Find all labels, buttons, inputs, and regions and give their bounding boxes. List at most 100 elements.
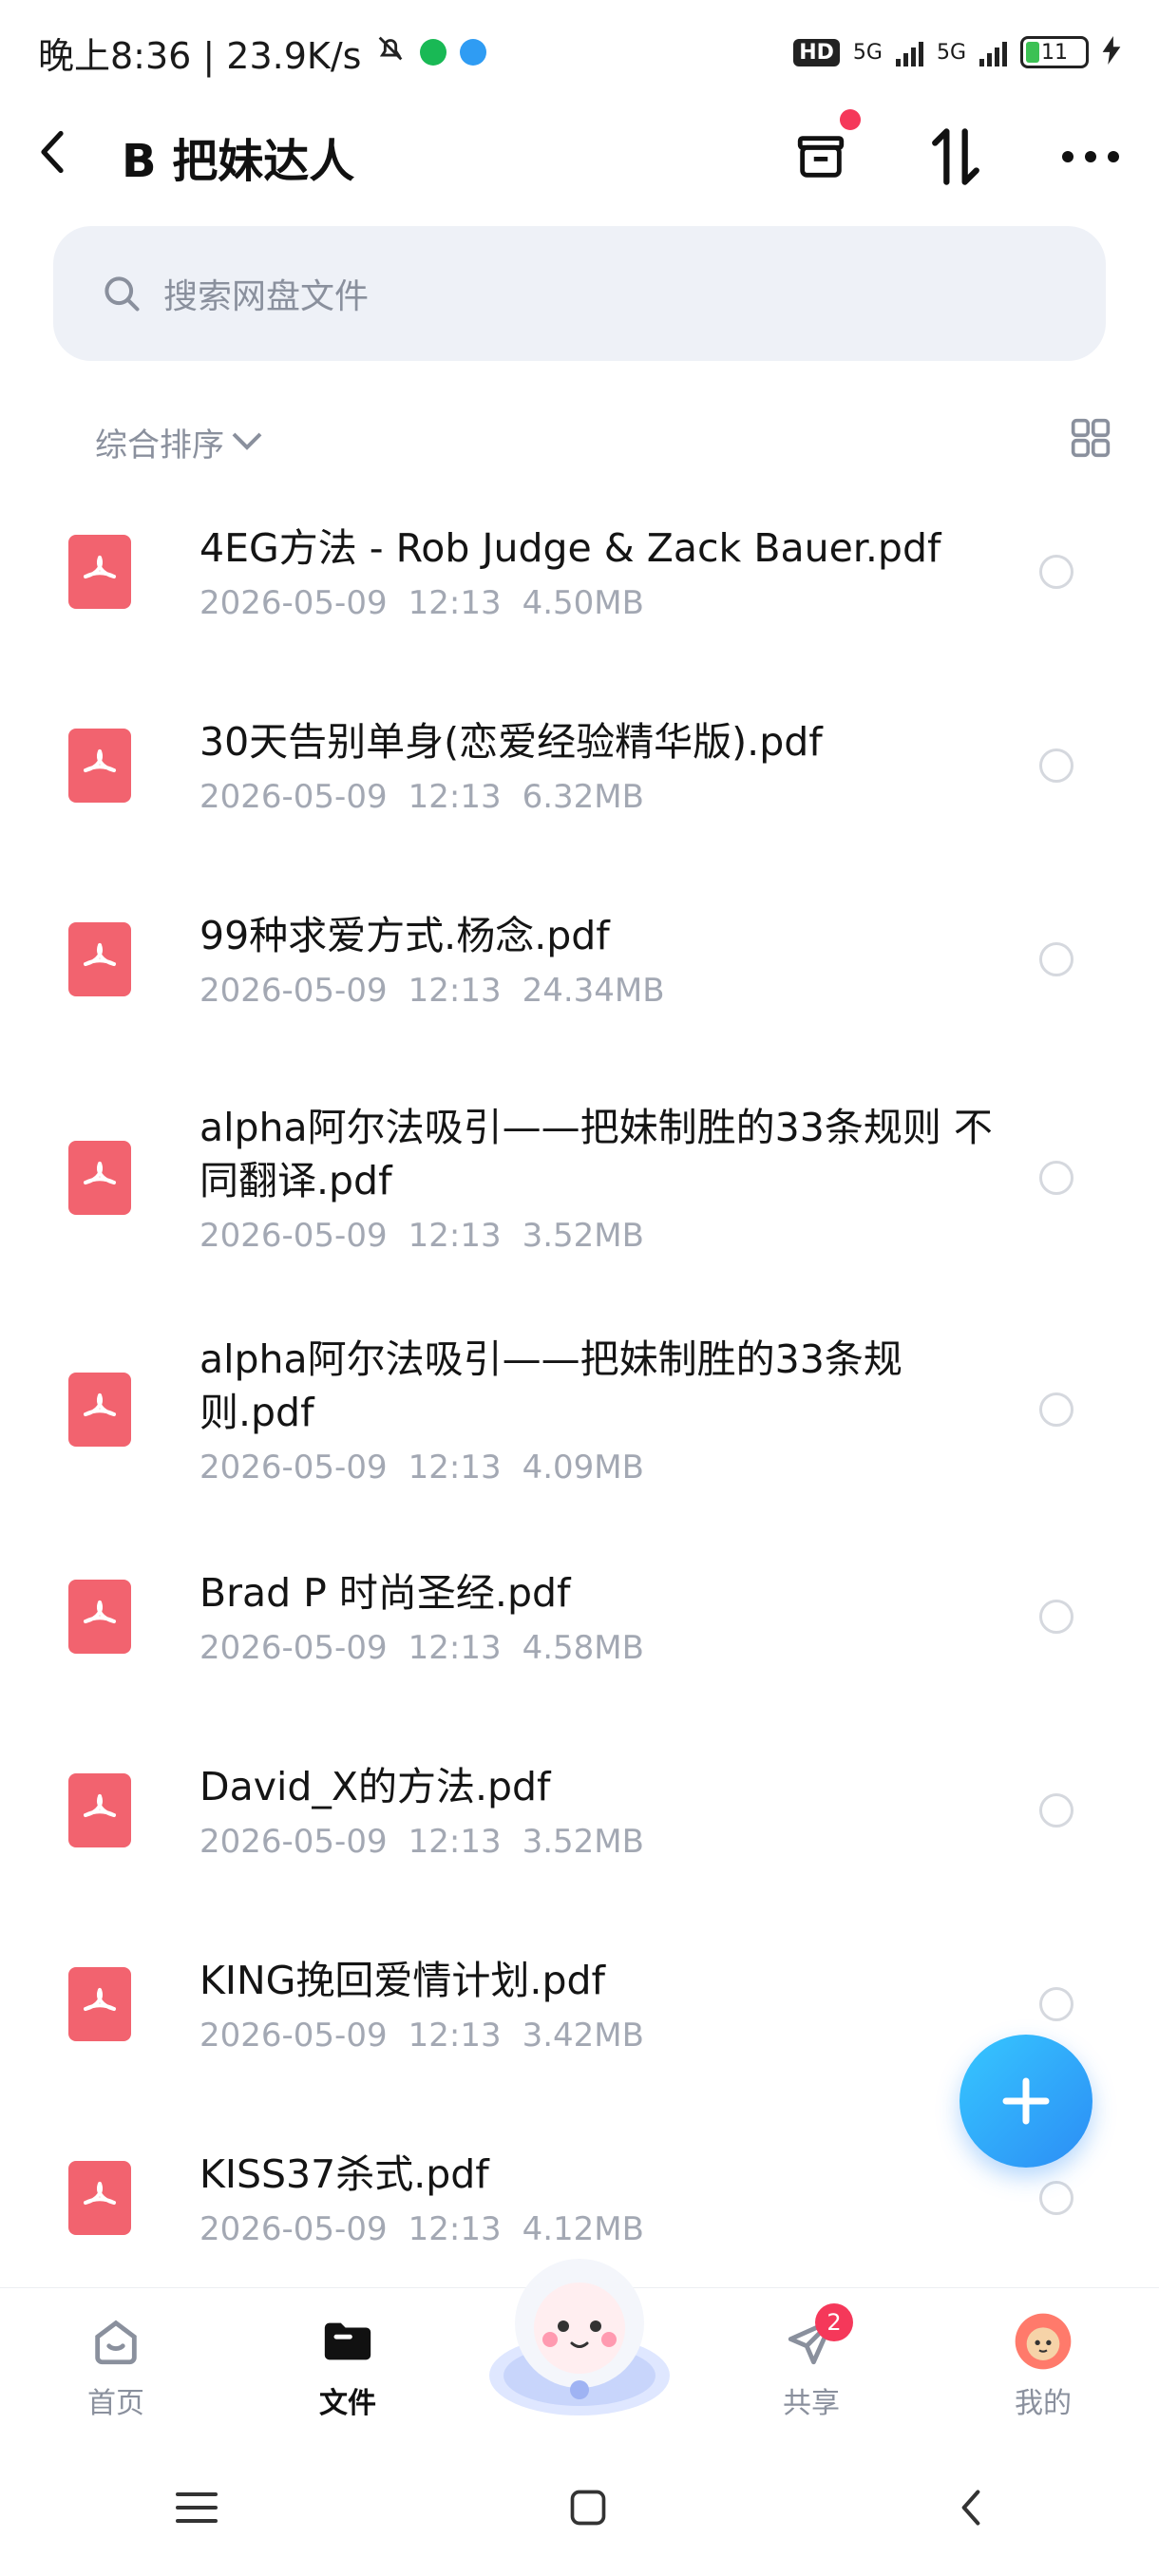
select-radio[interactable]	[1039, 1392, 1074, 1427]
sort-arrows-icon	[932, 128, 979, 185]
file-date: 2026-05-09	[200, 2017, 388, 2055]
file-size: 3.52MB	[522, 1823, 644, 1861]
file-name: Brad P 时尚圣经.pdf	[200, 1570, 571, 1616]
back-triangle-icon[interactable]	[957, 2487, 985, 2532]
file-date: 2026-05-09	[200, 972, 388, 1010]
mascot-assistant[interactable]	[484, 2259, 674, 2423]
tab-share-label: 共享	[783, 2387, 840, 2420]
file-time: 12:13	[408, 1629, 502, 1667]
home-square-icon[interactable]	[567, 2487, 609, 2532]
file-row[interactable]: alpha阿尔法吸引——把妹制胜的33条规则.pdf 2026-05-09 12:…	[0, 1299, 1159, 1520]
select-radio[interactable]	[1039, 1793, 1074, 1828]
search-placeholder: 搜索网盘文件	[163, 277, 370, 316]
file-date: 2026-05-09	[200, 1217, 388, 1255]
plus-icon	[1002, 2077, 1050, 2125]
file-meta: 2026-05-09 12:13 3.42MB	[200, 2017, 1016, 2055]
file-row[interactable]: alpha阿尔法吸引——把妹制胜的33条规则 不同翻译.pdf 2026-05-…	[0, 1056, 1159, 1299]
select-radio[interactable]	[1039, 555, 1074, 589]
file-meta: 2026-05-09 12:13 4.58MB	[200, 1629, 1016, 1667]
pdf-file-icon	[68, 729, 131, 803]
tab-files[interactable]: 文件	[253, 2311, 443, 2421]
sort-dropdown[interactable]: 综合排序	[95, 419, 262, 465]
file-time: 12:13	[408, 584, 502, 622]
bottom-tab-bar: 首页 文件 2 共享 我的	[0, 2259, 1159, 2444]
pdf-file-icon	[68, 1141, 131, 1215]
file-size: 4.50MB	[522, 584, 644, 622]
chevron-left-icon[interactable]	[38, 126, 95, 188]
tab-share[interactable]: 2 共享	[716, 2303, 906, 2421]
pdf-file-icon	[68, 2161, 131, 2235]
signal-label-1: 5G	[852, 40, 883, 65]
file-name: 30天告别单身(恋爱经验精华版).pdf	[200, 719, 823, 765]
page-title: B 把妹达人	[122, 135, 355, 188]
file-time: 12:13	[408, 972, 502, 1010]
menu-icon[interactable]	[174, 2489, 219, 2530]
status-time: 晚上8:36 | 23.9K/s	[38, 34, 362, 77]
file-row[interactable]: 4EG方法 - Rob Judge & Zack Bauer.pdf 2026-…	[0, 475, 1159, 669]
select-radio[interactable]	[1039, 1161, 1074, 1195]
file-meta: 2026-05-09 12:13 24.34MB	[200, 972, 1016, 1010]
hd-icon: HD	[793, 38, 840, 66]
file-size: 24.34MB	[522, 972, 665, 1010]
signal-bars-icon	[979, 38, 1007, 66]
status-bar: 晚上8:36 | 23.9K/s HD 5G 5G 11	[0, 0, 1159, 104]
tab-home[interactable]: 首页	[21, 2311, 211, 2421]
add-button[interactable]	[960, 2035, 1092, 2168]
file-date: 2026-05-09	[200, 1449, 388, 1487]
signal-bars-icon	[895, 38, 923, 66]
select-radio[interactable]	[1039, 942, 1074, 976]
file-size: 4.09MB	[522, 1449, 644, 1487]
file-meta: 2026-05-09 12:13 3.52MB	[200, 1823, 1016, 1861]
upload-notification-icon	[460, 39, 487, 66]
file-date: 2026-05-09	[200, 584, 388, 622]
file-date: 2026-05-09	[200, 778, 388, 816]
search-input[interactable]: 搜索网盘文件	[53, 226, 1106, 361]
notification-dot	[840, 109, 861, 130]
file-name: KISS37杀式.pdf	[200, 2151, 489, 2197]
file-name: KING挽回爱情计划.pdf	[200, 1958, 605, 2003]
more-button[interactable]	[1060, 126, 1121, 187]
more-dots-icon	[1062, 151, 1119, 162]
file-meta: 2026-05-09 12:13 3.52MB	[200, 1217, 1016, 1255]
folder-icon	[317, 2311, 378, 2372]
select-radio[interactable]	[1039, 1600, 1074, 1634]
file-time: 12:13	[408, 2017, 502, 2055]
share-badge: 2	[815, 2303, 853, 2341]
select-radio[interactable]	[1039, 1987, 1074, 2021]
mute-bell-icon	[374, 31, 407, 73]
tab-mine-label: 我的	[1015, 2387, 1072, 2420]
file-name: David_X的方法.pdf	[200, 1764, 551, 1809]
system-nav-bar	[0, 2443, 1159, 2576]
grid-view-icon	[1071, 418, 1111, 457]
file-size: 6.32MB	[522, 778, 644, 816]
pdf-file-icon	[68, 1373, 131, 1447]
file-time: 12:13	[408, 778, 502, 816]
avatar	[1013, 2311, 1074, 2372]
wechat-notification-icon	[420, 39, 447, 66]
sort-label: 综合排序	[95, 426, 224, 464]
archive-button[interactable]	[790, 109, 861, 187]
file-list: 4EG方法 - Rob Judge & Zack Bauer.pdf 2026-…	[0, 475, 1159, 2289]
search-icon	[104, 276, 140, 312]
nav-header: B 把妹达人	[0, 104, 1159, 209]
signal-label-2: 5G	[936, 40, 966, 65]
status-left: 晚上8:36 | 23.9K/s	[38, 27, 487, 79]
select-radio[interactable]	[1039, 748, 1074, 783]
battery-level: 11	[1041, 40, 1068, 65]
file-row[interactable]: David_X的方法.pdf 2026-05-09 12:13 3.52MB	[0, 1714, 1159, 1907]
sort-order-button[interactable]	[925, 126, 986, 187]
select-radio[interactable]	[1039, 2181, 1074, 2215]
file-meta: 2026-05-09 12:13 4.50MB	[200, 584, 1016, 622]
tab-mine[interactable]: 我的	[948, 2311, 1138, 2421]
pdf-file-icon	[68, 922, 131, 996]
file-row[interactable]: Brad P 时尚圣经.pdf 2026-05-09 12:13 4.58MB	[0, 1520, 1159, 1714]
file-date: 2026-05-09	[200, 1629, 388, 1667]
file-time: 12:13	[408, 1823, 502, 1861]
file-row[interactable]: 99种求爱方式.杨念.pdf 2026-05-09 12:13 24.34MB	[0, 862, 1159, 1056]
archive-icon	[797, 136, 845, 178]
grid-view-button[interactable]	[1070, 417, 1112, 467]
status-right: HD 5G 5G 11	[793, 31, 1121, 73]
file-row[interactable]: 30天告别单身(恋爱经验精华版).pdf 2026-05-09 12:13 6.32…	[0, 669, 1159, 862]
file-size: 3.42MB	[522, 2017, 644, 2055]
tab-files-label: 文件	[319, 2387, 376, 2420]
